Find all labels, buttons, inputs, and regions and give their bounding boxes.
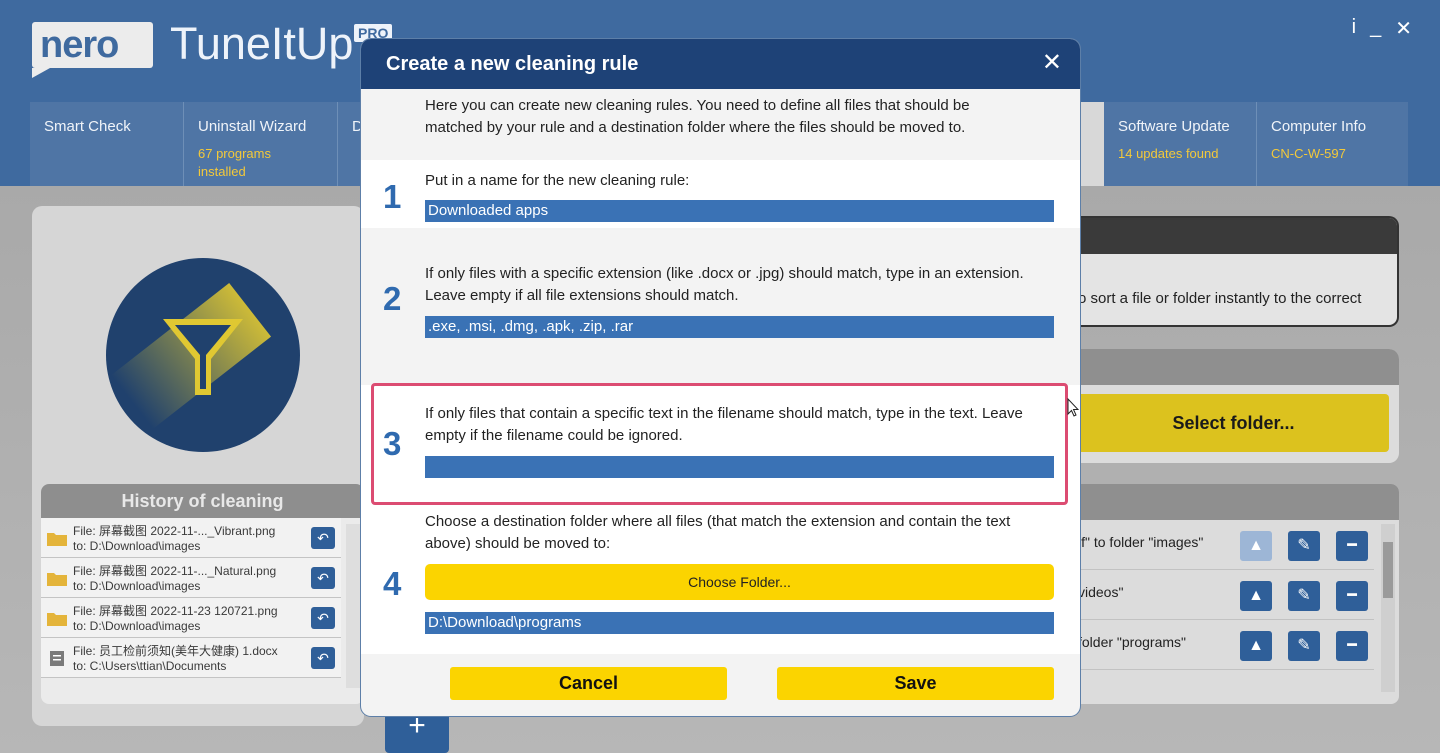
- instant-sort-text: o sort a file or folder instantly to the…: [1078, 290, 1362, 307]
- dialog-header: Create a new cleaning rule ✕: [361, 39, 1080, 89]
- rule-row[interactable]: if" to folder "images" ▲ ✎ ━: [1078, 520, 1374, 570]
- step-2: 2 If only files with a specific extensio…: [361, 228, 1080, 368]
- nav-uninstall-wizard[interactable]: Uninstall Wizard 67 programs installed: [184, 102, 338, 186]
- nav-computer-info[interactable]: Computer Info CN-C-W-597: [1257, 102, 1408, 186]
- funnel-icon: [163, 319, 243, 395]
- rule-text: if" to folder "images": [1078, 534, 1204, 550]
- remove-button[interactable]: ━: [1336, 631, 1368, 661]
- remove-button[interactable]: ━: [1336, 531, 1368, 561]
- folder-icon: [47, 533, 67, 546]
- dialog-title: Create a new cleaning rule: [386, 53, 639, 75]
- step-text: If only files that contain a specific te…: [425, 405, 1023, 444]
- history-item[interactable]: File: 员工检前须知(美年大健康) 1.docx to: C:\Users\…: [41, 638, 341, 678]
- history-file: File: 屏幕截图 2022-11-23 120721.png: [73, 604, 278, 618]
- rule-text: folder "programs": [1078, 634, 1186, 650]
- folder-icon: [47, 613, 67, 626]
- mouse-cursor-icon: [1067, 398, 1079, 417]
- document-icon: [50, 651, 64, 666]
- close-window-icon[interactable]: ✕: [1395, 16, 1412, 41]
- scrollbar-thumb[interactable]: [1383, 542, 1393, 598]
- select-folder-button[interactable]: Select folder...: [1078, 394, 1389, 452]
- history-file: File: 屏幕截图 2022-11-..._Vibrant.png: [73, 524, 276, 538]
- step-text: Put in a name for the new cleaning rule:: [425, 172, 690, 189]
- undo-button[interactable]: ↶: [311, 607, 335, 629]
- nav-label: D: [352, 118, 363, 135]
- nav-sub: 14 updates found: [1118, 146, 1219, 161]
- step-number: 1: [383, 178, 402, 215]
- history-item[interactable]: File: 屏幕截图 2022-11-..._Natural.png to: D…: [41, 558, 341, 598]
- history-dest: to: C:\Users\ttian\Documents: [73, 659, 227, 673]
- history-item[interactable]: File: 屏幕截图 2022-11-..._Vibrant.png to: D…: [41, 518, 341, 558]
- edit-button[interactable]: ✎: [1288, 581, 1320, 611]
- instant-sort-panel: o sort a file or folder instantly to the…: [1078, 216, 1399, 327]
- cancel-button[interactable]: Cancel: [450, 667, 727, 700]
- move-up-button[interactable]: ▲: [1240, 581, 1272, 611]
- save-button[interactable]: Save: [777, 667, 1054, 700]
- create-rule-dialog: Create a new cleaning rule ✕ Here you ca…: [361, 39, 1080, 716]
- remove-button[interactable]: ━: [1336, 581, 1368, 611]
- step-text: Choose a destination folder where all fi…: [425, 513, 1011, 552]
- dialog-intro: Here you can create new cleaning rules. …: [425, 97, 970, 136]
- history-file: File: 屏幕截图 2022-11-..._Natural.png: [73, 564, 277, 578]
- edit-button[interactable]: ✎: [1288, 631, 1320, 661]
- select-folder-panel: Select folder...: [1078, 349, 1399, 463]
- step-text: If only files with a specific extension …: [425, 265, 1024, 304]
- choose-folder-button[interactable]: Choose Folder...: [425, 564, 1054, 600]
- history-dest: to: D:\Download\images: [73, 619, 201, 633]
- panel-header: [1078, 349, 1399, 385]
- rule-row[interactable]: videos" ▲ ✎ ━: [1078, 570, 1374, 620]
- undo-button[interactable]: ↶: [311, 647, 335, 669]
- step-number: 4: [383, 565, 402, 602]
- logo-text: nero: [40, 24, 119, 66]
- rules-panel: if" to folder "images" ▲ ✎ ━ videos" ▲ ✎…: [1078, 484, 1399, 704]
- step-3: 3 If only files that contain a specific …: [361, 385, 1080, 509]
- history-dest: to: D:\Download\images: [73, 539, 201, 553]
- step-1: 1 Put in a name for the new cleaning rul…: [361, 160, 1080, 228]
- close-icon[interactable]: ✕: [1042, 51, 1062, 75]
- rules-scrollbar[interactable]: [1381, 524, 1395, 692]
- history-title: History of cleaning: [41, 484, 364, 518]
- nav-label: Computer Info: [1271, 118, 1367, 135]
- nero-logo: nero: [32, 22, 153, 78]
- rule-text: videos": [1078, 584, 1124, 600]
- nav-label: Uninstall Wizard: [198, 118, 307, 135]
- move-up-button[interactable]: ▲: [1240, 631, 1272, 661]
- info-icon[interactable]: i: [1352, 16, 1356, 41]
- destination-folder-input[interactable]: [425, 612, 1054, 634]
- panel-header: [1078, 484, 1399, 520]
- undo-button[interactable]: ↶: [311, 527, 335, 549]
- folder-icon: [47, 573, 67, 586]
- nav-smart-check[interactable]: Smart Check: [30, 102, 184, 186]
- history-item[interactable]: File: 屏幕截图 2022-11-23 120721.png to: D:\…: [41, 598, 341, 638]
- step-4: 4 Choose a destination folder where all …: [361, 509, 1080, 654]
- extension-input[interactable]: [425, 316, 1054, 338]
- nav-sub: CN-C-W-597: [1271, 146, 1346, 161]
- nav-sub: 67 programs installed: [198, 146, 271, 179]
- app-name: TuneItUp: [170, 18, 354, 69]
- nav-label: Software Update: [1118, 118, 1230, 135]
- history-dest: to: D:\Download\images: [73, 579, 201, 593]
- move-up-button[interactable]: ▲: [1240, 531, 1272, 561]
- nav-label: Smart Check: [44, 118, 131, 135]
- filename-text-input[interactable]: [425, 456, 1054, 478]
- edit-button[interactable]: ✎: [1288, 531, 1320, 561]
- history-panel: History of cleaning File: 屏幕截图 2022-11-.…: [41, 484, 364, 704]
- step-number: 3: [383, 425, 402, 462]
- history-scrollbar[interactable]: [346, 524, 360, 688]
- window-controls: i _ ✕: [1352, 16, 1412, 41]
- rule-row[interactable]: folder "programs" ▲ ✎ ━: [1078, 620, 1374, 670]
- filter-icon: [106, 258, 300, 452]
- minimize-icon[interactable]: _: [1370, 16, 1381, 41]
- undo-button[interactable]: ↶: [311, 567, 335, 589]
- panel-header: [1078, 218, 1397, 254]
- nav-software-update[interactable]: Software Update 14 updates found: [1104, 102, 1257, 186]
- history-file: File: 员工检前须知(美年大健康) 1.docx: [73, 644, 278, 658]
- step-number: 2: [383, 280, 402, 317]
- nav-active-tab: [1078, 102, 1104, 186]
- rule-name-input[interactable]: [425, 200, 1054, 222]
